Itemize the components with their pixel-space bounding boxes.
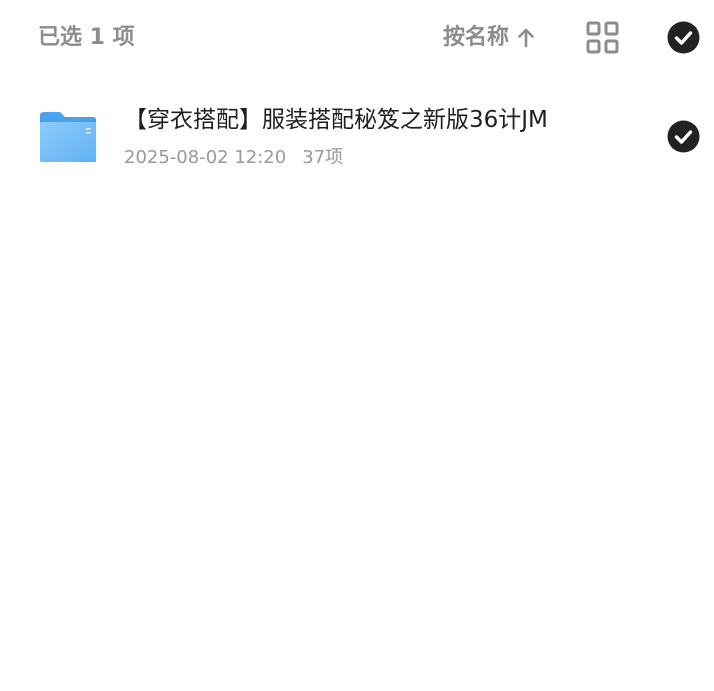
file-date: 2025-08-02 12:20 [124, 147, 287, 168]
file-meta: 2025-08-02 12:20 37项 [124, 146, 343, 170]
file-list-item[interactable]: 【穿衣搭配】服装搭配秘笈之新版36计JM 2025-08-02 12:20 37项 [0, 88, 714, 188]
sort-by-name-button[interactable]: 按名称 [443, 24, 537, 52]
arrow-up-icon [518, 28, 534, 48]
file-selected-check-icon[interactable] [667, 120, 700, 153]
file-selection-page: 已选 1 项 按名称 【穿衣搭配】服装搭配秘笈之新版36计JM 2025-08-… [0, 0, 714, 691]
grid-view-icon[interactable] [586, 21, 620, 55]
select-all-check-icon[interactable] [667, 21, 700, 54]
selection-header: 已选 1 项 按名称 [0, 0, 714, 76]
file-item-count: 37项 [302, 147, 344, 168]
selected-count-label: 已选 1 项 [38, 25, 135, 50]
file-name: 【穿衣搭配】服装搭配秘笈之新版36计JM [124, 107, 548, 133]
sort-label: 按名称 [443, 25, 510, 50]
folder-icon [40, 112, 96, 162]
